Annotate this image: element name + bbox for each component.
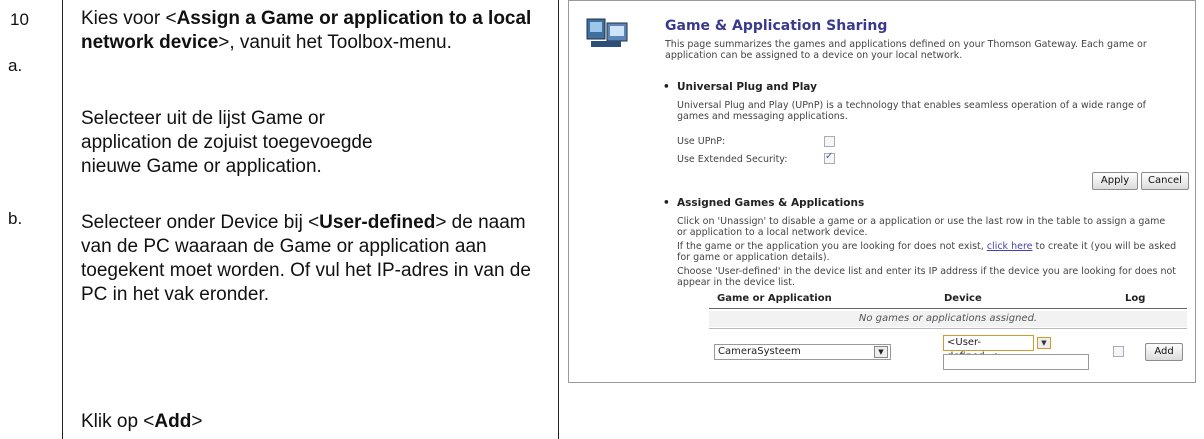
- column-divider-right: [558, 0, 559, 439]
- game-sharing-icon: [586, 18, 628, 47]
- step-number: 10: [10, 10, 29, 29]
- table-divider: [709, 328, 1187, 329]
- instruction-add-bold: Add: [154, 411, 192, 432]
- use-upnp-checkbox[interactable]: [824, 136, 835, 147]
- ext-security-checkbox[interactable]: [824, 151, 835, 164]
- instruction-select-device: Selecteer onder Device bij <User-defined…: [81, 211, 541, 307]
- instruction-add-prefix: Klik op <: [81, 411, 155, 432]
- step-letter-a: a.: [8, 56, 23, 75]
- instruction-assign-suffix: >, vanuit het Toolbox-menu.: [218, 32, 452, 53]
- apply-button[interactable]: Apply: [1092, 172, 1138, 190]
- chevron-down-icon[interactable]: ▼: [874, 346, 888, 358]
- instruction-assign-prefix: Kies voor <: [81, 8, 177, 29]
- device-ip-input[interactable]: [943, 354, 1089, 370]
- assigned-heading: Assigned Games & Applications: [663, 197, 864, 209]
- user-defined-description: Choose 'User-defined' in the device list…: [677, 266, 1177, 288]
- use-upnp-label: Use UPnP:: [677, 136, 726, 147]
- table-header: Game or Application Device Log: [709, 293, 1187, 309]
- col-game-header: Game or Application: [717, 293, 832, 304]
- missing-game-text: If the game or the application you are l…: [677, 241, 1187, 263]
- instruction-click-add: Klik op <Add>: [81, 410, 381, 434]
- add-button[interactable]: Add: [1145, 343, 1183, 361]
- ext-security-label: Use Extended Security:: [677, 154, 788, 165]
- page-intro: This page summarizes the games and appli…: [665, 39, 1147, 61]
- game-select[interactable]: CameraSysteem ▼: [714, 344, 891, 360]
- page-title: Game & Application Sharing: [665, 18, 888, 34]
- column-divider-left: [62, 0, 63, 439]
- game-select-value: CameraSysteem: [718, 346, 801, 357]
- instruction-device-prefix: Selecteer onder Device bij <: [81, 212, 320, 233]
- device-select[interactable]: <User-defined...>: [943, 335, 1034, 362]
- log-checkbox[interactable]: [1113, 346, 1124, 357]
- device-chevron-down-icon[interactable]: ▼: [1037, 337, 1051, 349]
- create-game-link[interactable]: click here: [987, 241, 1033, 252]
- step-letter-b: b.: [8, 209, 23, 228]
- instruction-device-bold: User-defined: [319, 212, 436, 233]
- instruction-select-game: Selecteer uit de lijst Game or applicati…: [81, 108, 373, 177]
- embedded-screenshot: Game & Application Sharing This page sum…: [568, 0, 1196, 383]
- cancel-button[interactable]: Cancel: [1141, 172, 1189, 190]
- col-log-header: Log: [1125, 293, 1146, 304]
- upnp-description: Universal Plug and Play (UPnP) is a tech…: [677, 100, 1147, 122]
- missing-prefix: If the game or the application you are l…: [677, 241, 987, 252]
- instruction-add-suffix: >: [191, 411, 203, 432]
- instruction-assign: Kies voor <Assign a Game or application …: [81, 7, 551, 55]
- empty-table-row: No games or applications assigned.: [709, 311, 1187, 327]
- assigned-description: Click on 'Unassign' to disable a game or…: [677, 216, 1166, 238]
- upnp-heading: Universal Plug and Play: [663, 81, 817, 93]
- col-device-header: Device: [944, 293, 982, 304]
